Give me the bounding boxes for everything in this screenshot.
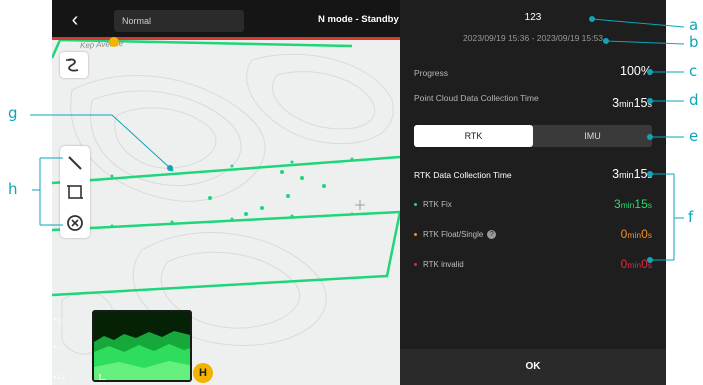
callout-lines: [30, 16, 685, 263]
callout-h: h: [8, 180, 18, 198]
callout-a: a: [689, 16, 699, 34]
callout-d: d: [689, 91, 699, 109]
callout-b: b: [689, 33, 699, 51]
callout-c: c: [689, 62, 698, 80]
callout-f: f: [688, 208, 694, 226]
callout-g: g: [8, 104, 18, 122]
callout-e: e: [689, 127, 699, 145]
